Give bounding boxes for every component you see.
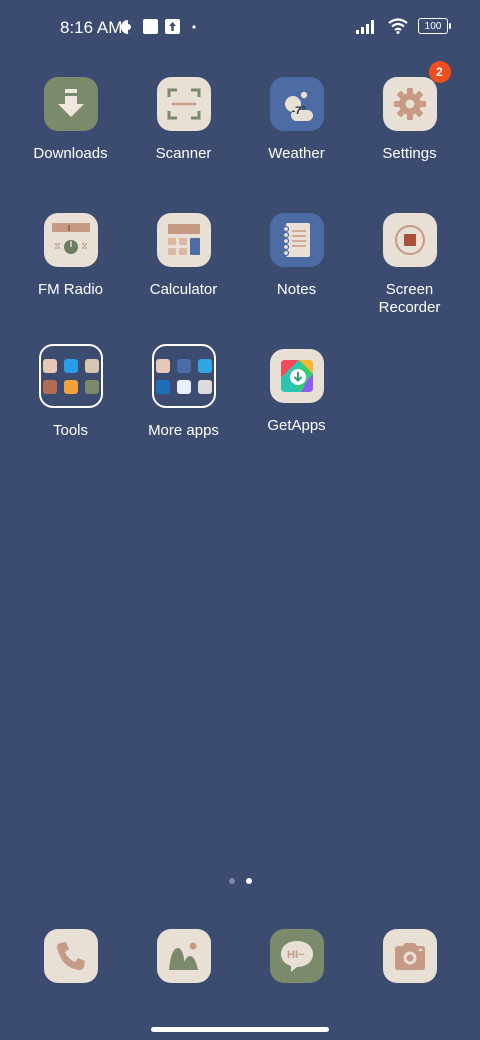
getapps-icon[interactable] [269, 349, 324, 403]
settings-icon[interactable]: 2 [382, 61, 451, 131]
mini-app-icon [176, 358, 191, 373]
mini-app-icon [63, 358, 78, 373]
weather-temperature: -7° [291, 105, 306, 117]
home-indicator[interactable] [151, 1027, 329, 1032]
scanner-icon[interactable] [156, 77, 211, 131]
battery-icon: 100 [418, 18, 451, 34]
notification-badge: 2 [428, 61, 451, 83]
app-label: Screen Recorder [378, 281, 441, 316]
app-downloads[interactable]: Downloads [14, 77, 127, 163]
app-label: Calculator [149, 281, 218, 298]
cellular-signal-icon [356, 19, 374, 34]
page-dot[interactable] [228, 878, 235, 884]
app-label: FM Radio [37, 281, 104, 298]
status-time: 8:16 AM [60, 18, 123, 37]
page-dot-active[interactable] [245, 878, 252, 884]
mini-app-icon [42, 379, 57, 394]
folder-icon[interactable] [151, 344, 216, 408]
app-label: More apps [148, 422, 219, 439]
app-label: Weather [268, 145, 325, 162]
app-label: Downloads [33, 145, 108, 162]
mini-app-icon [84, 358, 99, 373]
status-bar: 8:16 AM 100 [0, 0, 480, 56]
mini-app-icon [197, 379, 212, 394]
folder-icon[interactable] [38, 344, 103, 408]
app-fm-radio[interactable]: FM Radio [14, 213, 127, 299]
app-label: Tools [52, 422, 89, 439]
app-scanner[interactable]: Scanner [127, 77, 240, 163]
radio-icon[interactable] [43, 213, 98, 267]
folder-tools[interactable]: Tools [14, 344, 127, 440]
app-calculator[interactable]: Calculator [127, 213, 240, 299]
dock-camera[interactable] [383, 929, 437, 983]
weather-icon[interactable]: -7° [269, 77, 324, 131]
app-weather[interactable]: -7° Weather [240, 77, 353, 163]
page-indicator[interactable] [0, 878, 480, 884]
phone-icon [57, 942, 85, 970]
mini-app-icon [197, 358, 212, 373]
app-label: Settings [382, 145, 437, 162]
gallery-icon [169, 942, 198, 970]
camera-icon [395, 943, 425, 970]
data-saver-icon [121, 20, 135, 34]
messaging-bubble-text: HI~ [287, 949, 305, 961]
calculator-icon[interactable] [156, 213, 211, 267]
mini-app-icon [155, 379, 170, 394]
mini-app-icon [63, 379, 78, 394]
notification-square-icon [143, 19, 158, 34]
upload-icon [165, 19, 180, 34]
mini-app-icon [155, 358, 170, 373]
app-label: Scanner [155, 145, 212, 162]
mini-app-icon [176, 379, 191, 394]
app-label: GetApps [267, 417, 326, 434]
app-getapps[interactable]: GetApps [240, 349, 353, 435]
wifi-icon [388, 18, 408, 34]
battery-level: 100 [424, 20, 442, 32]
app-screen-recorder[interactable]: Screen Recorder [353, 213, 466, 317]
notes-icon[interactable] [269, 213, 324, 267]
mini-app-icon [84, 379, 99, 394]
dock-gallery[interactable] [157, 929, 211, 983]
app-label: Notes [276, 281, 317, 298]
app-notes[interactable]: Notes [240, 213, 353, 299]
downloads-icon[interactable] [43, 77, 98, 131]
more-notifications-dot-icon [192, 25, 196, 29]
app-settings[interactable]: 2 Settings [353, 61, 466, 163]
folder-more-apps[interactable]: More apps [127, 344, 240, 440]
dock-messaging[interactable]: HI~ [270, 929, 324, 983]
dock-phone[interactable] [44, 929, 98, 983]
screen-recorder-icon[interactable] [382, 213, 437, 267]
mini-app-icon [42, 358, 57, 373]
